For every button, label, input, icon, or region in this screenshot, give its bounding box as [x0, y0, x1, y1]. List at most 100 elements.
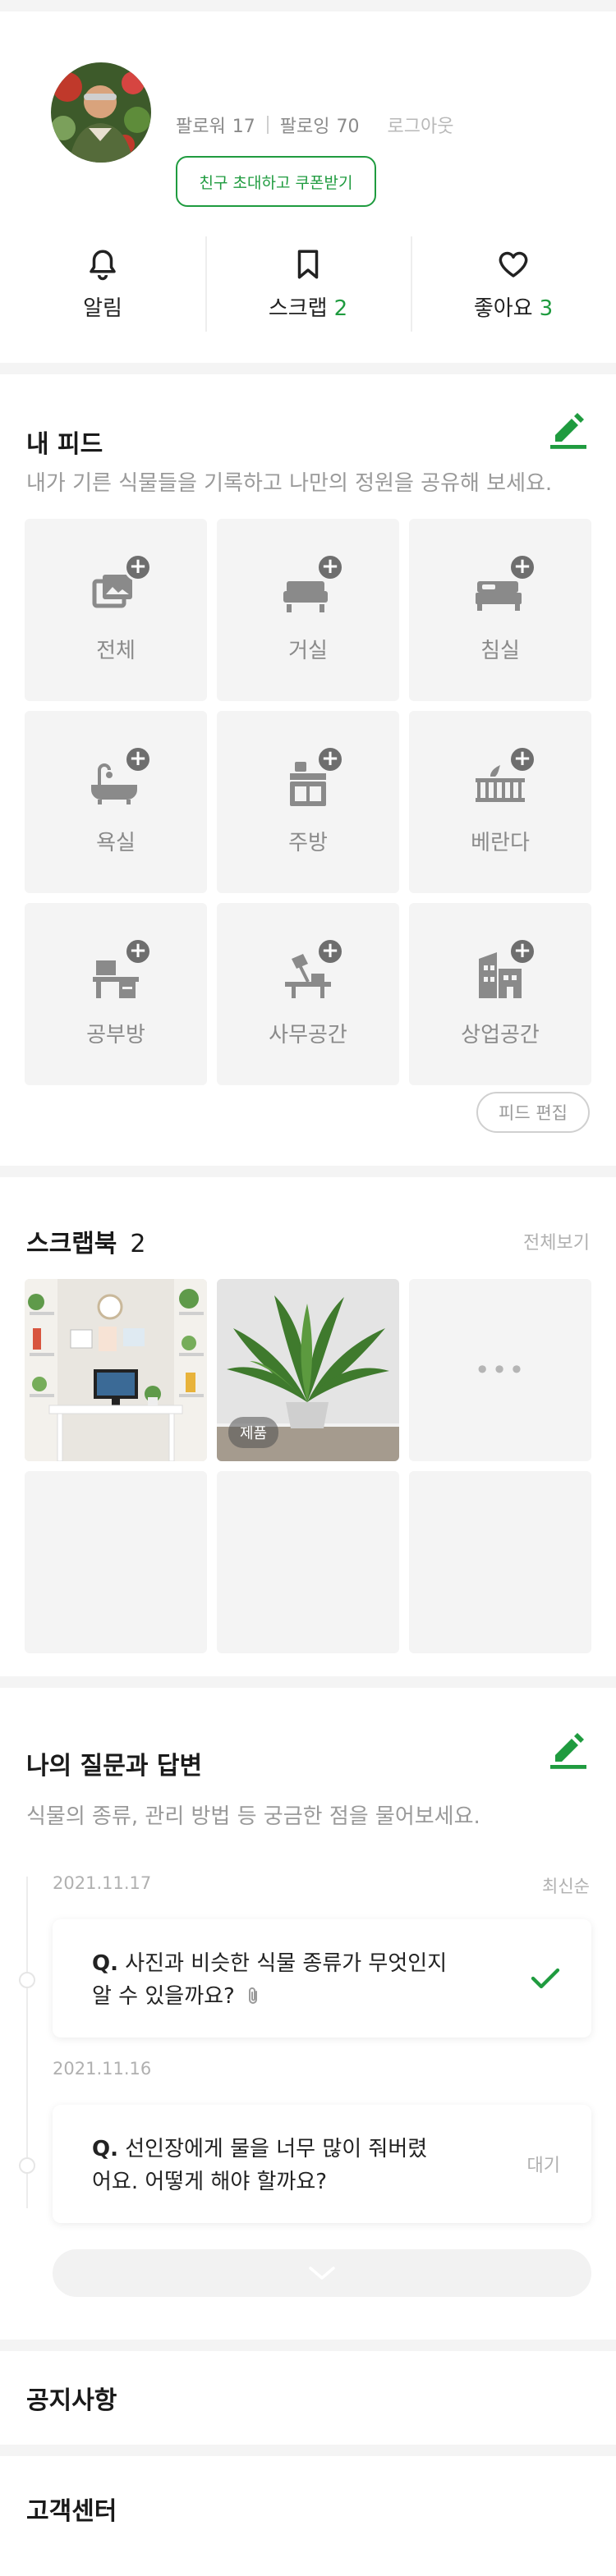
logout-link[interactable]: 로그아웃	[387, 112, 453, 138]
following-link[interactable]: 팔로잉 70	[280, 112, 360, 138]
followers-label: 팔로워	[176, 117, 226, 137]
room-label: 욕실	[96, 830, 136, 855]
add-icon: +	[316, 552, 344, 581]
timeline-dot	[19, 1972, 35, 1988]
followers-link[interactable]: 팔로워 17	[176, 112, 255, 138]
top-divider	[0, 0, 616, 11]
scrap-item-desk-photo[interactable]	[25, 1279, 207, 1461]
invite-friend-button[interactable]: 친구 초대하고 쿠폰받기	[176, 156, 376, 207]
scrap-thumbnail	[25, 1279, 207, 1461]
add-icon: +	[124, 552, 152, 581]
scrapbook-title-text: 스크랩북	[26, 1230, 117, 1258]
following-label: 팔로잉	[279, 117, 330, 137]
expand-more-button[interactable]	[53, 2249, 591, 2297]
question-text: Q. 선인장에게 물을 너무 많이 줘버렸 어요. 어떻게 해야 할까요?	[92, 2133, 478, 2198]
sort-option[interactable]: 최신순	[542, 1873, 590, 1898]
add-icon: +	[124, 745, 152, 773]
room-label: 상업공간	[461, 1022, 540, 1047]
bookmark-icon	[297, 250, 319, 278]
question-line: 사진과 비슷한 식물 종류가 무엇인지	[125, 1951, 448, 1976]
bell-icon	[90, 250, 116, 280]
room-tile-living[interactable]: + 거실	[217, 519, 399, 701]
room-tile-bedroom[interactable]: + 침실	[409, 519, 591, 701]
question-prefix: Q.	[92, 2137, 118, 2161]
menu-notice[interactable]: 공지사항	[0, 2351, 616, 2456]
question-text: Q. 사진과 비슷한 식물 종류가 무엇인지 알 수 있을까요?	[92, 1947, 478, 2013]
qa-description: 식물의 종류, 관리 방법 등 궁금한 점을 물어보세요.	[26, 1804, 480, 1829]
feed-description: 내가 기른 식물들을 기록하고 나만의 정원을 공유해 보세요.	[26, 471, 553, 496]
support-label: 고객센터	[26, 2497, 117, 2526]
qa-date: 2021.11.16	[53, 2059, 152, 2079]
quick-menu: 알림 스크랩 2 좋아요 3	[0, 223, 616, 363]
qa-card[interactable]: Q. 선인장에게 물을 너무 많이 줘버렸 어요. 어떻게 해야 할까요? 대기	[53, 2105, 591, 2223]
feed-edit-button[interactable]: 피드 편집	[476, 1092, 590, 1133]
room-tile-commercial[interactable]: + 상업공간	[409, 903, 591, 1085]
room-tile-kitchen[interactable]: + 주방	[217, 711, 399, 893]
room-label: 침실	[480, 638, 520, 663]
scrap-item-plant-product[interactable]: 제품	[217, 1279, 399, 1461]
scrap-grid: 제품 •••	[25, 1279, 591, 1653]
follow-stats: 팔로워 17 팔로잉 70 로그아웃	[176, 112, 453, 138]
scrap-button[interactable]: 스크랩 2	[205, 223, 411, 363]
followers-count: 17	[232, 117, 255, 137]
scrap-count: 2	[333, 296, 348, 321]
room-tile-bathroom[interactable]: + 욕실	[25, 711, 207, 893]
room-label: 베란다	[471, 830, 530, 855]
section-divider	[0, 2340, 616, 2351]
alarm-button[interactable]: 알림	[0, 223, 205, 363]
room-tile-balcony[interactable]: + 베란다	[409, 711, 591, 893]
answered-check-icon	[531, 1968, 560, 1989]
scrap-label: 스크랩	[268, 296, 328, 321]
desk-icon: +	[81, 937, 152, 1010]
scrap-empty-tile	[25, 1471, 207, 1653]
following-count: 70	[336, 117, 360, 137]
scrap-more-tile[interactable]: •••	[409, 1279, 591, 1461]
add-icon: +	[316, 745, 344, 773]
room-tile-study[interactable]: + 공부방	[25, 903, 207, 1085]
scrap-empty-tile	[409, 1471, 591, 1653]
alarm-label: 알림	[83, 296, 122, 321]
room-label: 공부방	[86, 1022, 145, 1047]
like-button[interactable]: 좋아요 3	[411, 223, 616, 363]
kitchen-icon: +	[274, 745, 344, 818]
question-line: 선인장에게 물을 너무 많이 줘버렸	[125, 2137, 428, 2161]
avatar[interactable]	[51, 62, 151, 163]
add-icon: +	[508, 937, 536, 965]
pencil-icon[interactable]	[547, 1727, 590, 1770]
sofa-icon: +	[274, 552, 344, 626]
pencil-icon[interactable]	[547, 407, 590, 450]
like-label: 좋아요	[473, 296, 533, 321]
bathtub-icon: +	[81, 745, 152, 818]
profile-section: 팔로워 17 팔로잉 70 로그아웃 친구 초대하고 쿠폰받기	[0, 11, 616, 223]
room-label: 거실	[288, 638, 328, 663]
scrapbook-section: 스크랩북 2 전체보기 제품 •••	[0, 1177, 616, 1676]
section-divider	[0, 363, 616, 374]
scrap-empty-tile	[217, 1471, 399, 1653]
scrapbook-count: 2	[130, 1230, 146, 1258]
question-line: 어요. 어떻게 해야 할까요?	[92, 2170, 328, 2194]
room-label: 주방	[288, 830, 328, 855]
add-icon: +	[508, 745, 536, 773]
room-grid: + 전체 + 거실 + 침실 + 욕실 + 주방 + 베란다 + 공부방 + 사…	[25, 519, 591, 1085]
balcony-icon: +	[466, 745, 536, 818]
heart-icon	[499, 251, 528, 277]
room-tile-office[interactable]: + 사무공간	[217, 903, 399, 1085]
chevron-down-icon	[309, 2267, 335, 2280]
room-label: 전체	[96, 638, 136, 663]
qa-title: 나의 질문과 답변	[26, 1752, 203, 1781]
room-tile-all[interactable]: + 전체	[25, 519, 207, 701]
qa-card[interactable]: Q. 사진과 비슷한 식물 종류가 무엇인지 알 수 있을까요?	[53, 1919, 591, 2037]
building-icon: +	[466, 937, 536, 1010]
feed-section: 내 피드 내가 기른 식물들을 기록하고 나만의 정원을 공유해 보세요. + …	[0, 374, 616, 1166]
section-divider	[0, 1166, 616, 1177]
paperclip-icon	[249, 1987, 258, 2004]
add-icon: +	[124, 937, 152, 965]
add-icon: +	[508, 552, 536, 581]
question-prefix: Q.	[92, 1951, 118, 1976]
status-badge: 대기	[526, 2156, 560, 2176]
more-dots-icon: •••	[474, 1354, 526, 1386]
menu-support[interactable]: 고객센터	[0, 2456, 616, 2561]
see-all-link[interactable]: 전체보기	[523, 1228, 590, 1254]
add-icon: +	[316, 937, 344, 965]
bed-icon: +	[466, 552, 536, 626]
